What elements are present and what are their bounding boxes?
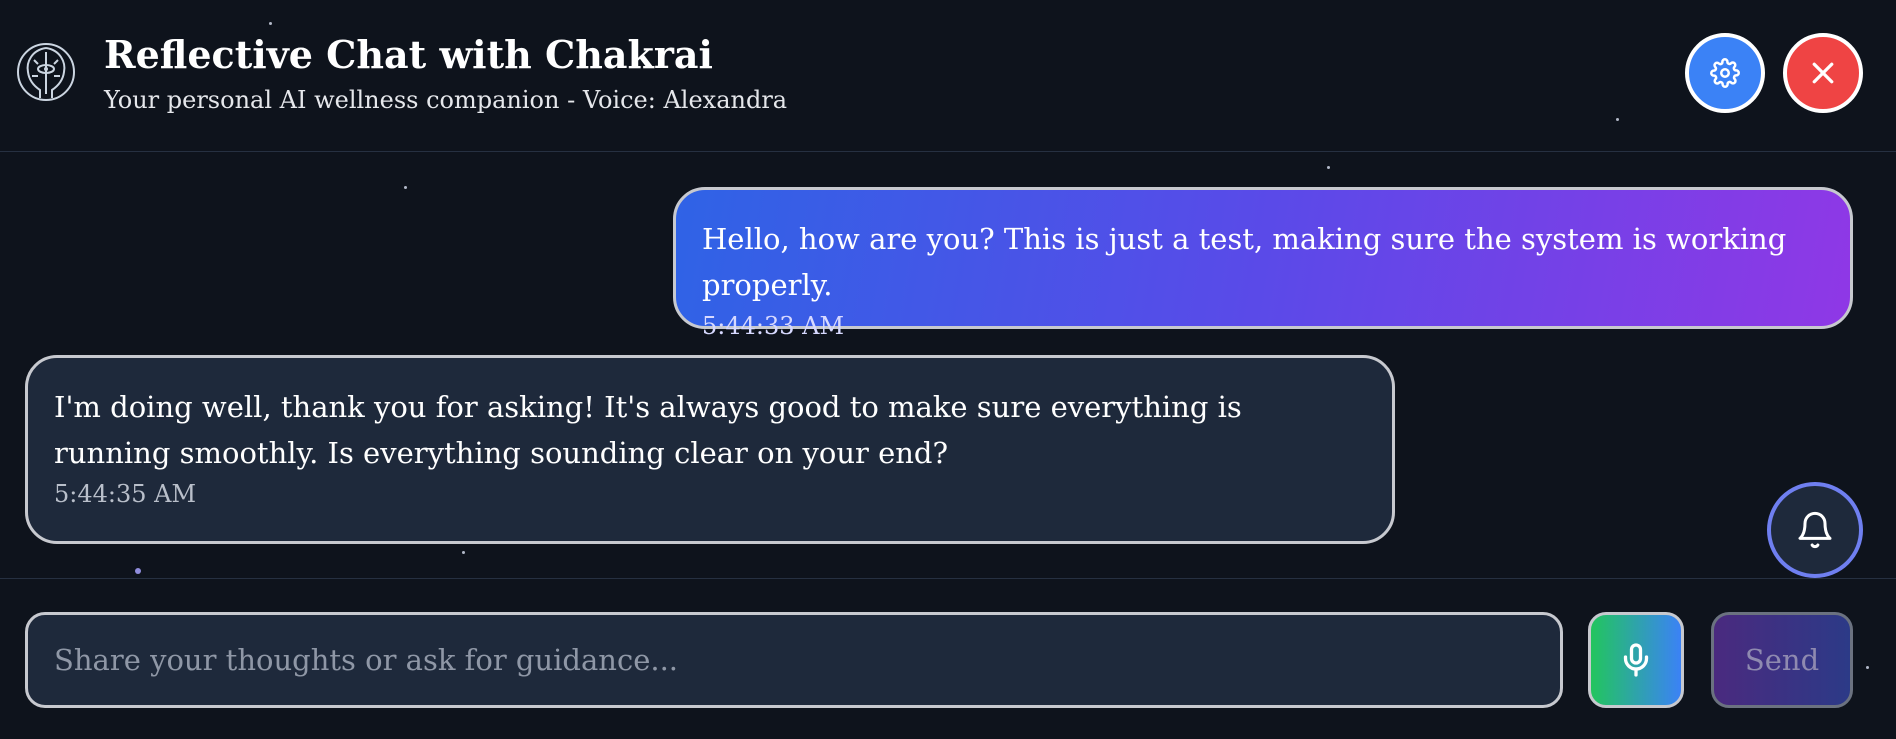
settings-button[interactable] — [1685, 33, 1765, 113]
chat-header: Reflective Chat with Chakrai Your person… — [0, 0, 1896, 152]
message-text: I'm doing well, thank you for asking! It… — [54, 390, 1242, 470]
message-timestamp: 5:44:35 AM — [54, 480, 197, 508]
message-input[interactable] — [25, 612, 1563, 708]
page-subtitle: Your personal AI wellness companion - Vo… — [104, 86, 788, 114]
send-button[interactable]: Send — [1711, 612, 1853, 708]
bell-icon — [1798, 511, 1832, 549]
chat-app: Reflective Chat with Chakrai Your person… — [0, 0, 1896, 739]
gear-icon — [1710, 58, 1740, 88]
assistant-message: I'm doing well, thank you for asking! It… — [25, 355, 1395, 544]
page-title: Reflective Chat with Chakrai — [104, 32, 713, 77]
close-icon — [1812, 62, 1834, 84]
microphone-button[interactable] — [1588, 612, 1684, 708]
notifications-button[interactable] — [1767, 482, 1863, 578]
user-message: Hello, how are you? This is just a test,… — [673, 187, 1853, 340]
meditating-head-logo-icon — [16, 42, 76, 102]
message-timestamp: 5:44:33 AM — [702, 312, 845, 340]
message-text: Hello, how are you? This is just a test,… — [702, 222, 1787, 302]
close-button[interactable] — [1783, 33, 1863, 113]
microphone-icon — [1623, 643, 1649, 677]
